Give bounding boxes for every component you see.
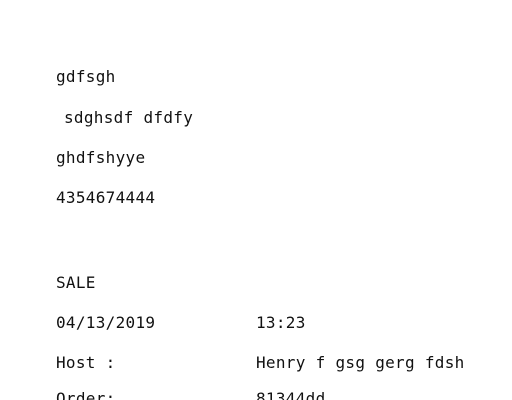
order-value: 81344dd <box>256 389 326 400</box>
transaction-date: 04/13/2019 <box>56 313 156 332</box>
transaction-type: SALE <box>56 273 96 292</box>
host-label: Host : <box>56 353 116 372</box>
merchant-name: gdfsgh <box>56 67 116 86</box>
transaction-time: 13:23 <box>256 313 306 332</box>
merchant-city: ghdfshyye <box>56 148 146 167</box>
host-value: Henry f gsg gerg fdsh <box>256 353 465 372</box>
order-label: Order: <box>56 389 116 400</box>
receipt-paper: gdfsgh sdghsdf dfdfy ghdfshyye 435467444… <box>0 0 512 400</box>
merchant-address: sdghsdf dfdfy <box>64 108 194 127</box>
merchant-phone: 4354674444 <box>56 188 156 207</box>
